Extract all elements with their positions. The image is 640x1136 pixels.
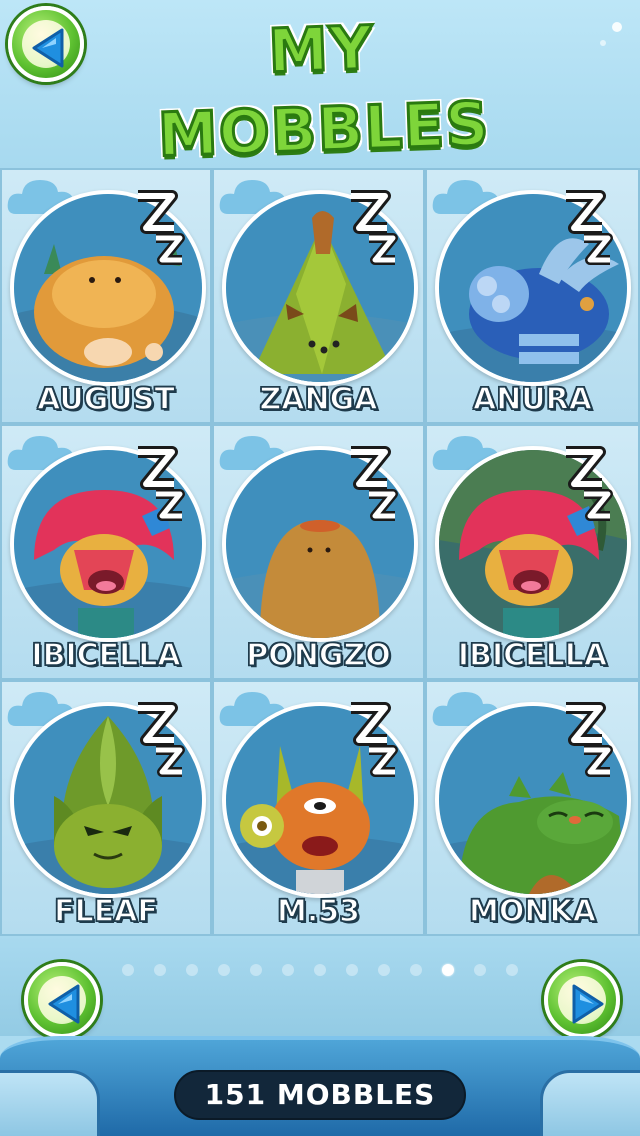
pager	[0, 936, 640, 1038]
mobble-card[interactable]: ZANGA	[212, 168, 425, 424]
sparkle-decoration	[600, 40, 606, 46]
mobble-card[interactable]: IBICELLA	[0, 424, 212, 680]
page-dot[interactable]	[314, 964, 326, 976]
page-dot[interactable]	[282, 964, 294, 976]
sleep-zzz-icon	[351, 446, 398, 521]
mobble-name: M.53	[276, 893, 361, 930]
mobble-name: ZANGA	[259, 381, 378, 418]
page-dot[interactable]	[442, 964, 454, 976]
page-dot[interactable]	[122, 964, 134, 976]
sleep-zzz-icon	[351, 702, 398, 777]
mobble-card[interactable]: M.53	[212, 680, 425, 936]
sleep-zzz-icon	[351, 190, 398, 265]
mobble-name: FLEAF	[53, 893, 158, 930]
sleep-zzz-icon	[566, 446, 613, 521]
mobble-name: AUGUST	[36, 381, 175, 418]
page-dot[interactable]	[346, 964, 358, 976]
previous-page-button[interactable]	[24, 962, 100, 1038]
mobble-count-badge: 151 MOBBLES	[174, 1070, 466, 1120]
page-title: MY MOBBLES	[155, 12, 492, 173]
mobble-card[interactable]: AUGUST	[0, 168, 212, 424]
sleep-zzz-icon	[566, 190, 613, 265]
mobble-card[interactable]: PONGZO	[212, 424, 425, 680]
page-dot[interactable]	[410, 964, 422, 976]
page-dot[interactable]	[506, 964, 518, 976]
footer-right-decoration	[540, 1070, 640, 1136]
sleep-zzz-icon	[566, 702, 613, 777]
mobble-card[interactable]: FLEAF	[0, 680, 212, 936]
left-arrow-icon	[48, 984, 80, 1024]
mobble-card[interactable]: ANURA	[425, 168, 640, 424]
sleep-zzz-icon	[138, 190, 185, 265]
page-dot[interactable]	[186, 964, 198, 976]
mobble-grid: AUGUST ZANGA ANURA IBICELLA PONGZO IBICE…	[0, 168, 640, 936]
next-page-button[interactable]	[544, 962, 620, 1038]
mobble-card[interactable]: MONKA	[425, 680, 640, 936]
sparkle-decoration	[612, 22, 622, 32]
left-arrow-icon	[32, 28, 64, 68]
mobble-card[interactable]: IBICELLA	[425, 424, 640, 680]
page-dot[interactable]	[378, 964, 390, 976]
mobble-name: MONKA	[468, 893, 596, 930]
page-dot[interactable]	[250, 964, 262, 976]
mobble-name: PONGZO	[246, 637, 392, 674]
footer: 151 MOBBLES	[0, 1036, 640, 1136]
page-dot[interactable]	[218, 964, 230, 976]
header: MY MOBBLES	[0, 0, 640, 173]
footer-left-decoration	[0, 1070, 100, 1136]
page-dot[interactable]	[154, 964, 166, 976]
back-button[interactable]	[8, 6, 84, 82]
sleep-zzz-icon	[138, 702, 185, 777]
page-indicator	[120, 964, 520, 978]
mobble-name: IBICELLA	[457, 637, 608, 674]
mobble-name: ANURA	[472, 381, 593, 418]
right-arrow-icon	[572, 984, 604, 1024]
mobble-name: IBICELLA	[31, 637, 182, 674]
sleep-zzz-icon	[138, 446, 185, 521]
page-dot[interactable]	[474, 964, 486, 976]
